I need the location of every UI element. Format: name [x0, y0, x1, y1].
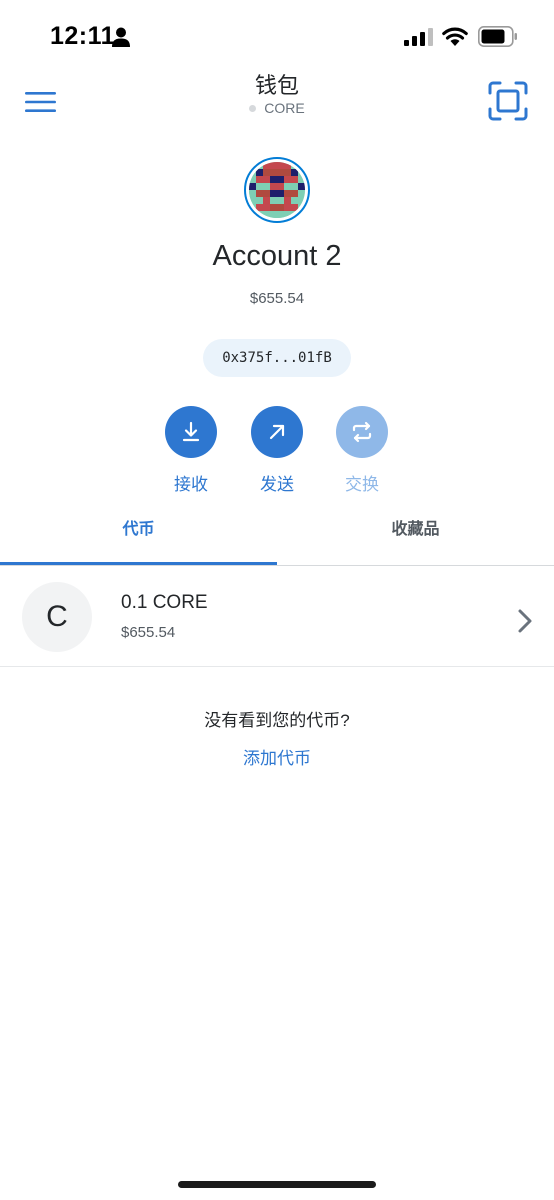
network-status-dot — [249, 104, 257, 112]
account-name[interactable]: Account 2 — [0, 240, 554, 273]
swap-icon — [352, 421, 372, 443]
row-divider — [0, 666, 554, 667]
token-fiat-value: $655.54 — [121, 624, 176, 641]
person-icon — [112, 27, 130, 47]
receive-button[interactable]: 接收 — [151, 406, 231, 495]
chevron-right-icon — [518, 609, 532, 633]
account-address-pill[interactable]: 0x375f...01fB — [203, 339, 351, 377]
token-amount: 0.1 CORE — [121, 592, 208, 613]
send-button[interactable]: 发送 — [237, 406, 317, 495]
scan-icon[interactable] — [488, 81, 528, 121]
tab-tokens[interactable]: 代币 — [0, 507, 277, 567]
network-indicator[interactable]: CORE — [0, 100, 554, 116]
add-token-link[interactable]: 添加代币 — [0, 744, 554, 769]
asset-tabs: 代币 收藏品 — [0, 507, 554, 567]
account-avatar[interactable] — [244, 157, 310, 223]
swap-circle — [336, 406, 388, 458]
send-circle — [251, 406, 303, 458]
swap-button[interactable]: 交换 — [322, 406, 402, 495]
status-time: 12:11 — [50, 22, 116, 50]
download-icon — [182, 421, 200, 442]
page-title: 钱包 — [254, 73, 299, 98]
network-name: CORE — [264, 100, 305, 116]
battery-icon — [478, 26, 517, 47]
status-bar: 12:11 — [0, 0, 554, 72]
receive-label: 接收 — [174, 475, 208, 494]
wallet-screen: 12:11 钱包 CORE Account 2 $655.54 0x375f..… — [0, 0, 554, 1200]
arrow-up-right-icon — [269, 424, 285, 440]
swap-label: 交换 — [345, 475, 379, 494]
account-balance: $655.54 — [249, 290, 305, 307]
identicon-avatar — [249, 162, 305, 218]
wifi-icon — [442, 27, 468, 46]
token-row[interactable]: C 0.1 CORE $655.54 — [0, 566, 554, 666]
signal-icon — [404, 28, 433, 46]
tab-collectibles[interactable]: 收藏品 — [277, 507, 554, 567]
send-label: 发送 — [260, 475, 294, 494]
no-token-prompt: 没有看到您的代币? — [204, 711, 350, 730]
receive-circle — [165, 406, 217, 458]
token-avatar: C — [22, 582, 92, 652]
home-indicator[interactable] — [178, 1181, 376, 1188]
